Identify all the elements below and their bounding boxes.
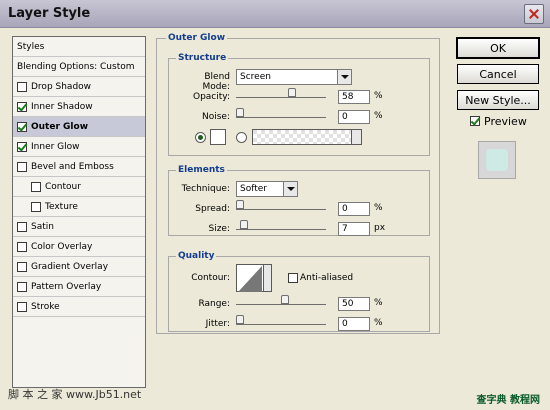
new-style-button[interactable]: New Style... xyxy=(457,90,539,110)
satin-checkbox[interactable] xyxy=(17,221,27,232)
outer-glow-checkbox[interactable] xyxy=(17,121,27,132)
preview-thumbnail xyxy=(478,141,516,179)
spread-slider[interactable] xyxy=(236,200,326,210)
gradient-radio[interactable] xyxy=(236,132,247,143)
bevel-emboss-item[interactable]: Bevel and Emboss xyxy=(13,157,145,177)
blend-mode-label: Blend Mode: xyxy=(202,72,230,92)
noise-slider[interactable] xyxy=(236,108,326,118)
gradient-overlay-item[interactable]: Gradient Overlay xyxy=(13,257,145,277)
size-slider[interactable] xyxy=(236,220,326,230)
range-field[interactable]: 50 xyxy=(338,297,370,311)
color-overlay-checkbox[interactable] xyxy=(17,241,27,252)
blend-mode-select[interactable]: Screen xyxy=(236,69,352,85)
styles-list: Styles Blending Options: Custom Drop Sha… xyxy=(12,36,146,388)
bevel-emboss-checkbox[interactable] xyxy=(17,161,27,172)
anti-aliased-checkbox[interactable] xyxy=(288,273,298,283)
spread-thumb[interactable] xyxy=(236,200,244,209)
cancel-button[interactable]: Cancel xyxy=(457,64,539,84)
contour-label: Contour: xyxy=(191,273,230,283)
opacity-field[interactable]: 58 xyxy=(338,90,370,104)
quality-title: Quality xyxy=(176,251,217,261)
gradient-picker[interactable] xyxy=(252,129,362,145)
opacity-label: Opacity: xyxy=(193,92,230,102)
structure-title: Structure xyxy=(176,53,229,63)
chevron-down-icon xyxy=(283,182,297,196)
texture-item[interactable]: Texture xyxy=(13,197,145,217)
blending-options-item[interactable]: Blending Options: Custom xyxy=(13,57,145,77)
noise-unit: % xyxy=(374,111,383,121)
opacity-unit: % xyxy=(374,91,383,101)
elements-title: Elements xyxy=(176,165,227,175)
noise-thumb[interactable] xyxy=(236,108,244,117)
opacity-slider[interactable] xyxy=(236,88,326,98)
size-field[interactable]: 7 xyxy=(338,222,370,236)
inner-glow-item[interactable]: Inner Glow xyxy=(13,137,145,157)
satin-item[interactable]: Satin xyxy=(13,217,145,237)
jitter-thumb[interactable] xyxy=(236,315,244,324)
preview-label: Preview xyxy=(484,115,527,128)
preview-checkbox[interactable] xyxy=(470,116,480,126)
inner-shadow-checkbox[interactable] xyxy=(17,101,27,112)
watermark-left: 脚 本 之 家 www.Jb51.net xyxy=(8,388,142,401)
close-icon[interactable] xyxy=(524,4,544,24)
technique-select[interactable]: Softer xyxy=(236,181,298,197)
texture-checkbox[interactable] xyxy=(31,201,41,212)
outer-glow-item[interactable]: Outer Glow xyxy=(13,117,145,137)
size-thumb[interactable] xyxy=(240,220,248,229)
contour-item[interactable]: Contour xyxy=(13,177,145,197)
jitter-slider[interactable] xyxy=(236,315,326,325)
drop-shadow-item[interactable]: Drop Shadow xyxy=(13,77,145,97)
pattern-overlay-checkbox[interactable] xyxy=(17,281,27,292)
color-radio[interactable] xyxy=(195,132,206,143)
outer-glow-title: Outer Glow xyxy=(166,33,228,43)
inner-glow-checkbox[interactable] xyxy=(17,141,27,152)
chevron-down-icon xyxy=(337,70,351,84)
stroke-item[interactable]: Stroke xyxy=(13,297,145,317)
stroke-checkbox[interactable] xyxy=(17,301,27,312)
glow-color-swatch[interactable] xyxy=(210,129,226,145)
jitter-field[interactable]: 0 xyxy=(338,317,370,331)
range-label: Range: xyxy=(198,299,230,309)
drop-shadow-checkbox[interactable] xyxy=(17,81,27,92)
window-title: Layer Style xyxy=(8,6,91,21)
size-label: Size: xyxy=(208,224,230,234)
chevron-down-icon xyxy=(351,130,361,144)
styles-header[interactable]: Styles xyxy=(13,37,145,57)
jitter-label: Jitter: xyxy=(205,319,230,329)
inner-shadow-item[interactable]: Inner Shadow xyxy=(13,97,145,117)
spread-field[interactable]: 0 xyxy=(338,202,370,216)
titlebar: Layer Style xyxy=(0,0,550,28)
noise-label: Noise: xyxy=(202,112,230,122)
anti-aliased-label: Anti-aliased xyxy=(300,273,354,283)
layer-style-dialog: Layer Style Styles Blending Options: Cus… xyxy=(0,0,550,410)
opacity-thumb[interactable] xyxy=(288,88,296,97)
jitter-unit: % xyxy=(374,318,383,328)
watermark-right: 查字典 教程网 xyxy=(476,395,540,406)
contour-checkbox[interactable] xyxy=(31,181,41,192)
size-unit: px xyxy=(374,223,386,233)
contour-curve-icon xyxy=(238,266,262,292)
spread-unit: % xyxy=(374,203,383,213)
range-thumb[interactable] xyxy=(281,295,289,304)
pattern-overlay-item[interactable]: Pattern Overlay xyxy=(13,277,145,297)
range-unit: % xyxy=(374,298,383,308)
ok-button[interactable]: OK xyxy=(456,37,540,59)
technique-label: Technique: xyxy=(181,184,230,194)
gradient-overlay-checkbox[interactable] xyxy=(17,261,27,272)
range-slider[interactable] xyxy=(236,295,326,305)
contour-picker[interactable] xyxy=(236,264,272,292)
color-overlay-item[interactable]: Color Overlay xyxy=(13,237,145,257)
chevron-down-icon xyxy=(263,265,271,291)
noise-field[interactable]: 0 xyxy=(338,110,370,124)
spread-label: Spread: xyxy=(195,204,230,214)
